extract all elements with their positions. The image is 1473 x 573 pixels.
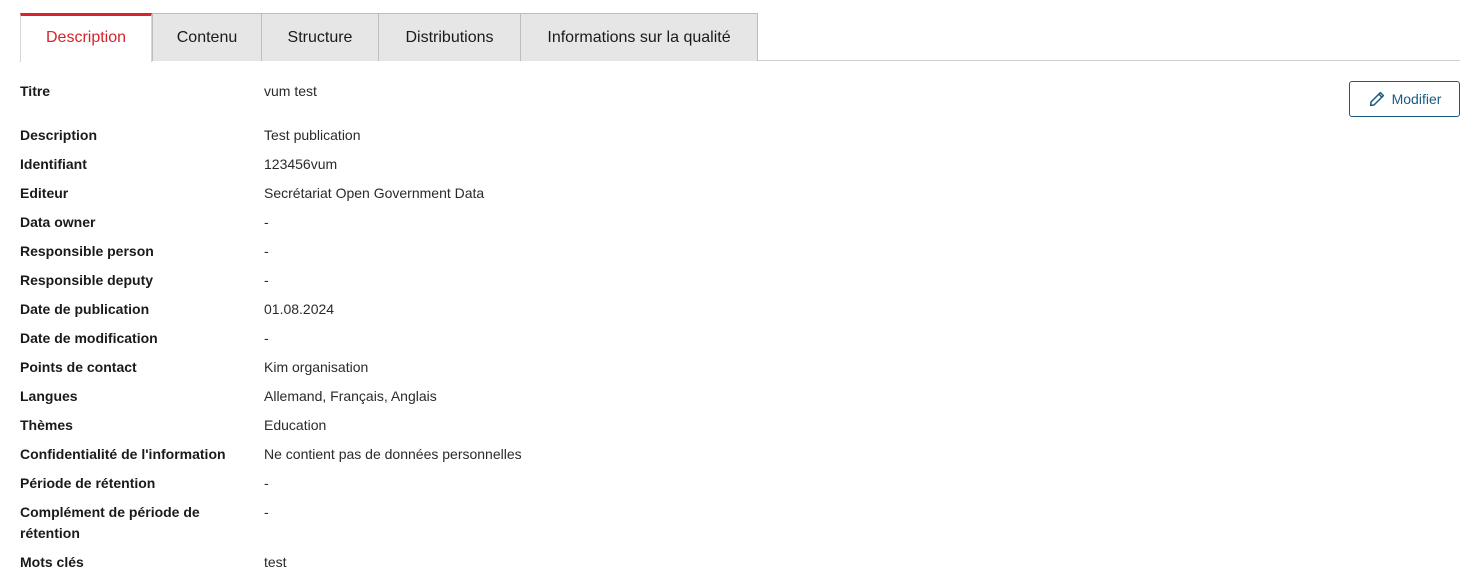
- field-value-responsible-deputy: -: [264, 272, 269, 288]
- field-label-langues: Langues: [20, 388, 78, 404]
- tab-contenu[interactable]: Contenu: [152, 13, 262, 61]
- field-label-responsible-deputy: Responsible deputy: [20, 272, 154, 288]
- tab-bar: Description Contenu Structure Distributi…: [20, 13, 1460, 62]
- tab-distributions[interactable]: Distributions: [378, 13, 521, 61]
- field-label-description: Description: [20, 127, 98, 143]
- field-value-points-contact: Kim organisation: [264, 359, 369, 375]
- field-value-themes: Education: [264, 417, 327, 433]
- field-value-mots-cles: test: [264, 554, 287, 570]
- field-label-mots-cles: Mots clés: [20, 554, 84, 570]
- modify-button-label: Modifier: [1391, 91, 1442, 107]
- field-value-editeur: Secrétariat Open Government Data: [264, 185, 485, 201]
- field-label-date-modification: Date de modification: [20, 330, 158, 346]
- pencil-icon: [1368, 90, 1386, 108]
- field-label-themes: Thèmes: [20, 417, 73, 433]
- field-value-description: Test publication: [264, 127, 361, 143]
- tab-structure[interactable]: Structure: [261, 13, 379, 61]
- field-label-responsible-person: Responsible person: [20, 243, 154, 259]
- field-value-langues: Allemand, Français, Anglais: [264, 388, 437, 404]
- field-value-titre: vum test: [264, 83, 317, 99]
- field-label-points-contact: Points de contact: [20, 359, 137, 375]
- field-value-date-publication: 01.08.2024: [264, 301, 335, 317]
- field-label-date-publication: Date de publication: [20, 301, 150, 317]
- field-value-identifiant: 123456vum: [264, 156, 338, 172]
- field-label-periode-retention: Période de rétention: [20, 475, 156, 491]
- field-value-complement-retention: -: [264, 504, 269, 520]
- field-label-identifiant: Identifiant: [20, 156, 87, 172]
- tab-informations-qualite[interactable]: Informations sur la qualité: [520, 13, 758, 61]
- field-label-confidentialite: Confidentialité de l'information: [20, 446, 226, 462]
- tab-description[interactable]: Description: [20, 13, 152, 62]
- field-label-editeur: Editeur: [20, 185, 69, 201]
- field-value-periode-retention: -: [264, 475, 269, 491]
- field-value-responsible-person: -: [264, 243, 269, 259]
- field-label-titre: Titre: [20, 83, 51, 99]
- field-value-date-modification: -: [264, 330, 269, 346]
- modify-button[interactable]: Modifier: [1349, 81, 1460, 117]
- field-value-data-owner: -: [264, 214, 269, 230]
- field-label-complement-retention: Complément de période de rétention: [20, 504, 200, 541]
- field-label-data-owner: Data owner: [20, 214, 96, 230]
- field-value-confidentialite: Ne contient pas de données personnelles: [264, 446, 522, 462]
